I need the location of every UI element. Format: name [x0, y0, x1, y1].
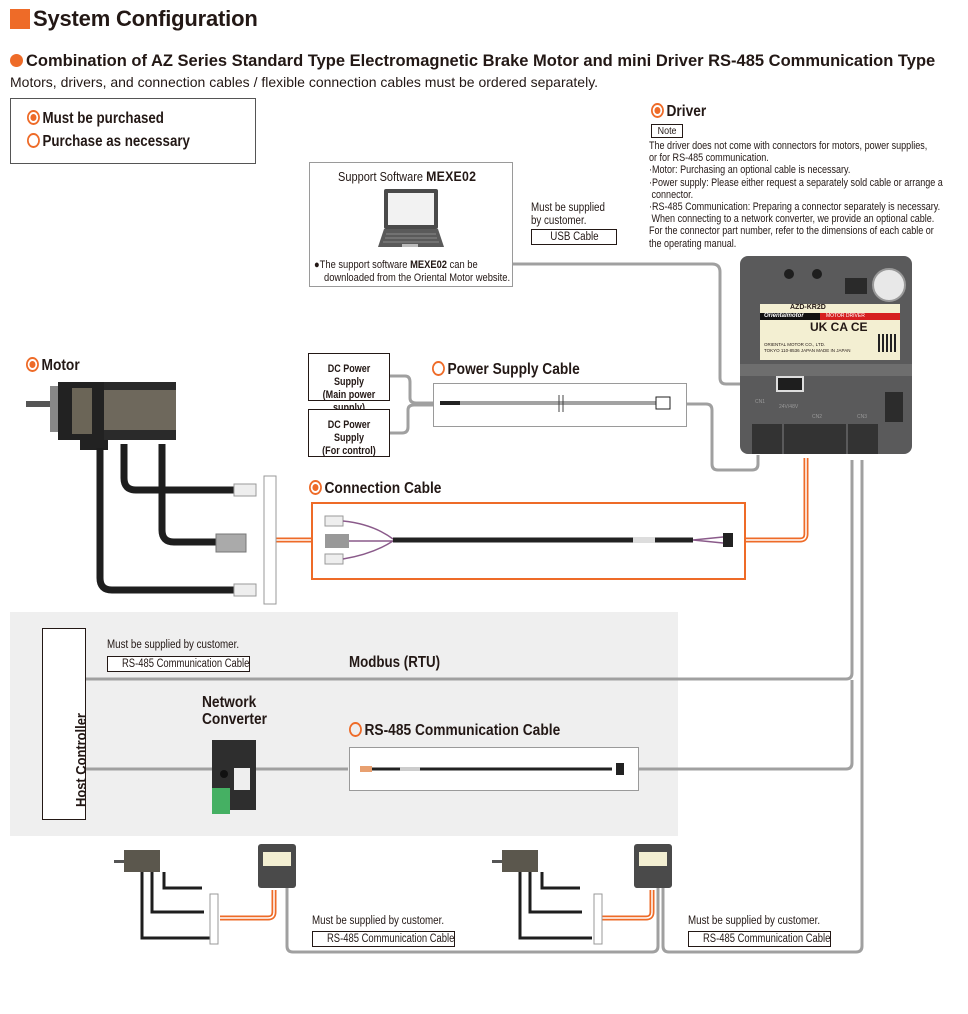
- software-desc-2: downloaded from the Oriental Motor websi…: [324, 272, 511, 284]
- cn2-connector: [784, 424, 846, 454]
- daisy-unit-2: [492, 844, 672, 945]
- cert-mark: UK CA CE: [810, 320, 868, 334]
- cn2-label: CN2: [812, 414, 823, 420]
- optional-purchase-icon: [432, 361, 445, 376]
- daisy-cable-label-1: RS-485 Communication Cable: [312, 931, 455, 947]
- rs485-optional-cable-title: RS-485 Communication Cable: [349, 722, 560, 740]
- laptop-icon: [378, 189, 444, 247]
- must-purchase-icon: [26, 357, 39, 372]
- daisy-supplied-note-2: Must be supplied by customer.: [688, 915, 821, 927]
- rotary-switch: [872, 268, 906, 302]
- driver-device: AZD-KR2D Orientalmotor MOTOR DRIVER UK C…: [740, 256, 912, 456]
- driver-note-line: connector.: [649, 188, 694, 201]
- power-cable-image: [440, 395, 671, 412]
- must-purchase-icon: [309, 480, 322, 495]
- optional-purchase-icon: [349, 722, 362, 737]
- driver-brand: Orientalmotor: [760, 313, 820, 320]
- dc-power-supply-control: DC Power Supply (For control): [308, 409, 390, 457]
- connector-icon: [233, 583, 257, 597]
- led-icon: [784, 269, 794, 279]
- voltage-label: 24V/48V: [779, 404, 799, 410]
- host-controller-label: Host Controller: [73, 713, 90, 807]
- connector-icon: [233, 483, 257, 497]
- converter-to-driver-wire: [638, 680, 854, 771]
- connection-cable-box: [311, 502, 746, 580]
- power-ctrl-wire: [388, 403, 434, 435]
- connector-icon: [215, 533, 247, 553]
- daisy-cable-label-2: RS-485 Communication Cable: [688, 931, 831, 947]
- rs485-supplied-note: Must be supplied by customer.: [107, 639, 240, 651]
- driver-note-line: the operating manual.: [649, 237, 737, 250]
- driver-note-line: ·RS-485 Communication: Preparing a conne…: [649, 201, 941, 214]
- cn1-label: CN1: [755, 399, 766, 405]
- motor-image: [26, 382, 277, 605]
- software-desc: ●The support software MEXE02 can be: [314, 259, 478, 271]
- usb-port: [776, 376, 804, 392]
- dip-switch: [845, 278, 867, 294]
- rs485-cable-image: [360, 763, 624, 775]
- driver-type: MOTOR DRIVER: [820, 313, 900, 320]
- network-converter-label: Network Converter: [202, 694, 267, 728]
- power-main-wire: [388, 374, 434, 405]
- driver-title: Driver: [651, 103, 706, 121]
- driver-label: AZD-KR2D Orientalmotor MOTOR DRIVER UK C…: [760, 304, 900, 360]
- qr-code-icon: [878, 334, 896, 352]
- rs485-optional-cable-box: [349, 747, 639, 791]
- daisy-supplied-note-1: Must be supplied by customer.: [312, 915, 445, 927]
- power-cable-title: Power Supply Cable: [432, 361, 580, 379]
- host-controller: Host Controller: [42, 628, 90, 820]
- switch-cover: [885, 392, 903, 422]
- cn1-connector: [752, 424, 782, 454]
- network-converter-image: [212, 740, 256, 814]
- daisy-unit-1: [114, 844, 296, 945]
- software-name: MEXE02: [426, 168, 477, 184]
- driver-note-tag: Note: [651, 124, 683, 138]
- driver-notes: The driver does not come with connectors…: [649, 140, 943, 250]
- dc-power-supply-main: DC Power Supply (Main power supply): [308, 353, 390, 414]
- driver-note-line: The driver does not come with connectors…: [649, 140, 928, 152]
- cn3-connector: [848, 424, 878, 454]
- rs485-cable-label: RS-485 Communication Cable: [107, 656, 250, 672]
- driver-note-line: ·Power supply: Please either request a s…: [649, 176, 943, 189]
- usb-supplied: Must be supplied by customer.: [531, 202, 605, 227]
- power-cable-box: [433, 383, 687, 427]
- software-label: Support Software MEXE02: [338, 168, 477, 184]
- cn3-label: CN3: [857, 414, 868, 420]
- driver-note-line: or for RS-485 communication.: [649, 152, 769, 165]
- driver-note-line: For the connector part number, refer to …: [649, 225, 934, 238]
- led-icon: [812, 269, 822, 279]
- connection-cable-title: Connection Cable: [309, 480, 441, 498]
- connection-cable-image: [324, 515, 733, 565]
- software-box: Support Software MEXE02 ●The support sof…: [309, 162, 513, 287]
- driver-note-line: ·Motor: Purchasing an optional cable is …: [649, 164, 851, 177]
- must-purchase-icon: [651, 103, 664, 118]
- driver-model: AZD-KR2D: [790, 304, 826, 311]
- usb-cable-label: USB Cable: [531, 229, 617, 245]
- maker-line-2: TOKYO 110-8536 JAPAN MADE IN JAPAN: [764, 347, 851, 353]
- motor-title: Motor: [26, 357, 80, 375]
- driver-note-line: When connecting to a network converter, …: [649, 213, 935, 226]
- modbus-label: Modbus (RTU): [349, 654, 441, 671]
